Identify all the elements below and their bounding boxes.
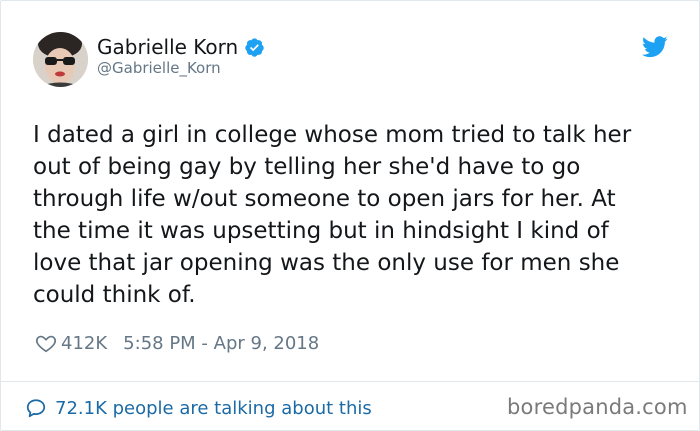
- tweet-text-line: love that jar opening was the only use f…: [33, 250, 620, 276]
- avatar[interactable]: [33, 32, 88, 87]
- divider: [1, 381, 699, 382]
- tweet-timestamp[interactable]: 5:58 PM - Apr 9, 2018: [123, 333, 319, 354]
- like-count[interactable]: 412K: [61, 333, 107, 354]
- conversation-link[interactable]: 72.1K people are talking about this: [25, 395, 372, 421]
- tweet-text-line: out of being gay by telling her she'd ha…: [33, 154, 581, 180]
- conversation-link-label[interactable]: 72.1K people are talking about this: [55, 398, 372, 419]
- display-name[interactable]: Gabrielle Korn: [97, 35, 238, 59]
- twitter-bird-icon[interactable]: [642, 36, 668, 58]
- tweet-card: Gabrielle Korn @Gabrielle_Korn I dated a…: [0, 0, 700, 431]
- tweet-text-line: could think of.: [33, 282, 196, 308]
- heart-icon[interactable]: [35, 332, 57, 354]
- verified-badge-icon: [244, 37, 265, 58]
- tweet-text-line: I dated a girl in college whose mom trie…: [33, 122, 632, 148]
- tweet-text: I dated a girl in college whose mom trie…: [33, 119, 673, 311]
- speech-bubble-icon: [25, 397, 47, 419]
- watermark: boredpanda.com: [507, 395, 688, 419]
- user-handle[interactable]: @Gabrielle_Korn: [97, 59, 221, 77]
- user-name-row[interactable]: Gabrielle Korn: [97, 34, 265, 60]
- tweet-meta: 412K 5:58 PM - Apr 9, 2018: [35, 331, 319, 355]
- tweet-text-line: the time it was upsetting but in hindsig…: [33, 218, 609, 244]
- tweet-text-line: through life w/out someone to open jars …: [33, 186, 616, 212]
